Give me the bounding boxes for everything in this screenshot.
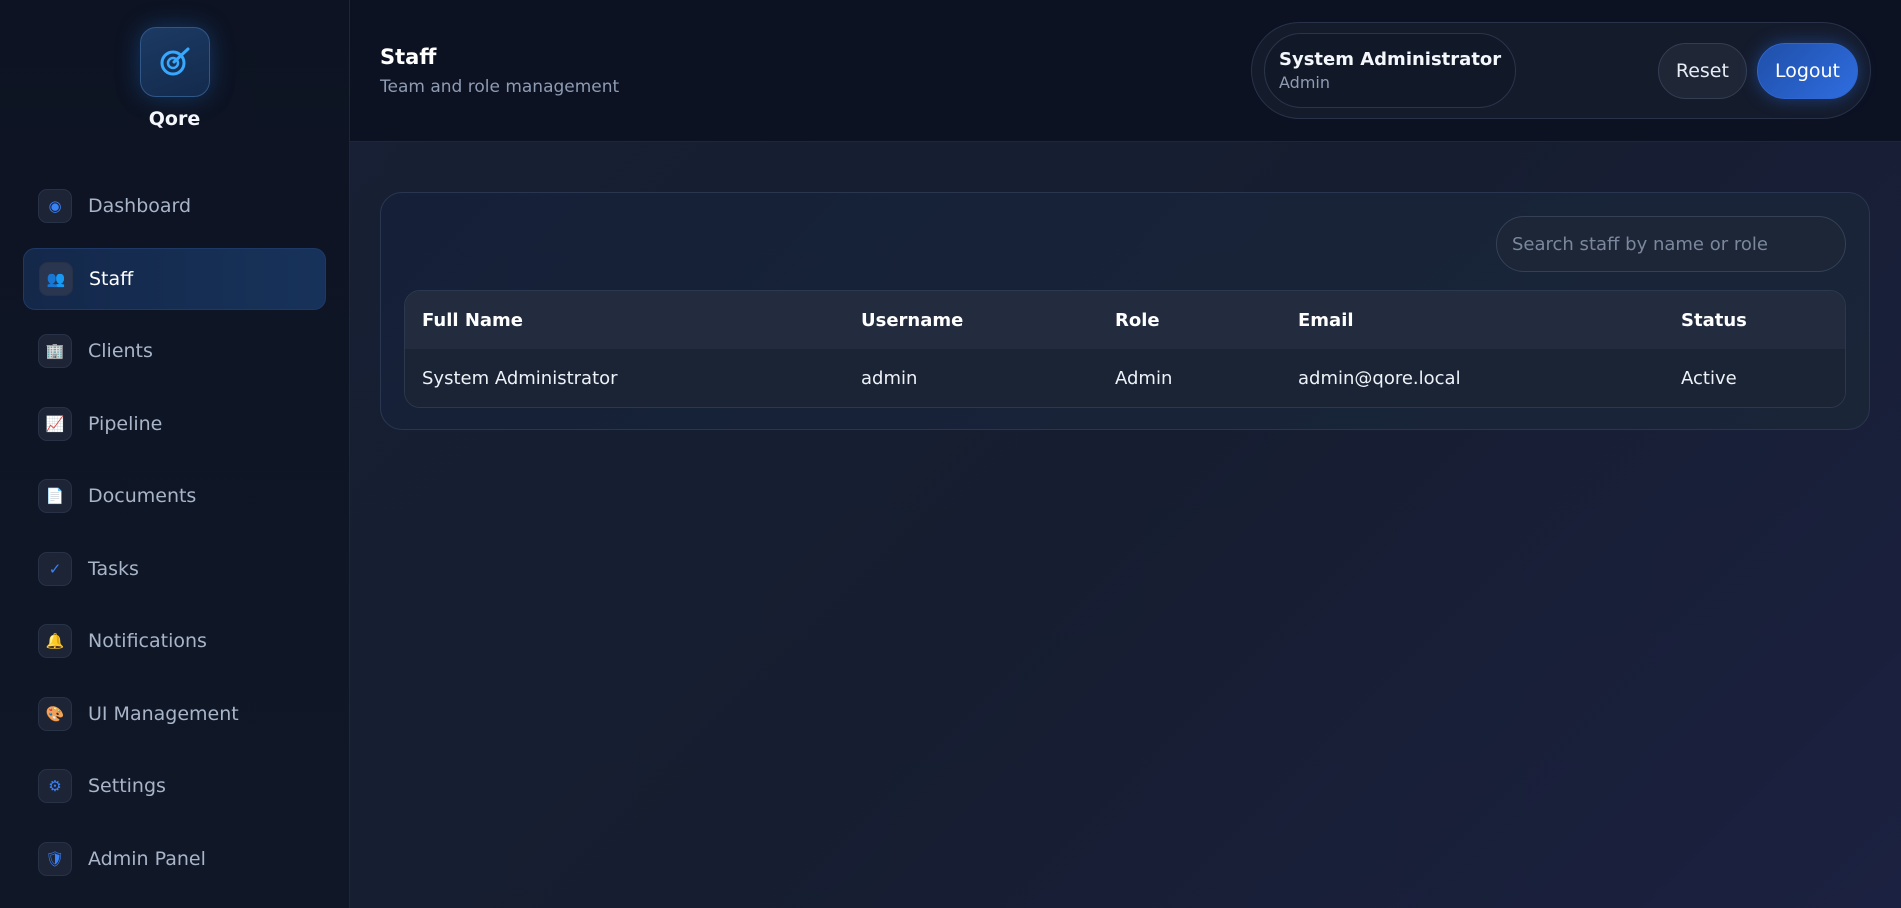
palette-icon: 🎨 [38, 696, 72, 731]
brand-name: Qore [148, 108, 201, 130]
sidebar-item-label: Clients [88, 340, 153, 362]
user-role: Admin [1279, 73, 1330, 92]
bell-icon: 🔔 [38, 624, 72, 658]
shield-icon: 🛡 [38, 841, 72, 876]
logout-button[interactable]: Logout [1756, 42, 1858, 99]
user-chip[interactable]: System Administrator Admin [1264, 33, 1517, 108]
cell-full-name: System Administrator [422, 367, 618, 389]
main-area: Staff Team and role management System Ad… [350, 0, 1901, 908]
page-title: Staff [380, 44, 437, 69]
staff-icon: 👥 [39, 261, 73, 296]
sidebar-item-label: Admin Panel [88, 847, 206, 870]
gear-icon: ⚙ [38, 769, 72, 803]
topbar: Staff Team and role management System Ad… [350, 0, 1901, 142]
sidebar-item-staff[interactable]: 👥 Staff [23, 247, 326, 310]
search-input[interactable] [1496, 216, 1846, 272]
sidebar-item-dashboard[interactable]: ◉ Dashboard [23, 175, 326, 237]
sidebar-item-tasks[interactable]: ✓ Tasks [23, 538, 326, 600]
sidebar-item-label: Dashboard [88, 195, 192, 217]
page-subtitle: Team and role management [380, 76, 620, 97]
sidebar-item-label: Pipeline [88, 412, 163, 435]
brand: Qore [0, 27, 349, 130]
reset-button[interactable]: Reset [1657, 42, 1747, 99]
sidebar-item-notifications[interactable]: 🔔 Notifications [23, 610, 326, 672]
user-name: System Administrator [1279, 49, 1502, 70]
cell-status: Active [1681, 367, 1737, 389]
document-icon: 📄 [38, 479, 72, 513]
column-header-username[interactable]: Username [844, 310, 1098, 331]
sidebar-nav: ◉ Dashboard 👥 Staff 🏢 Clients 📈 Pipeline… [0, 175, 349, 900]
user-panel: System Administrator Admin Reset Logout [1251, 22, 1871, 119]
sidebar-item-admin-panel[interactable]: 🛡 Admin Panel [23, 828, 326, 890]
sidebar: Qore ◉ Dashboard 👥 Staff 🏢 Clients 📈 Pip… [0, 0, 350, 908]
column-header-email[interactable]: Email [1281, 310, 1664, 331]
staff-card: Full Name Username Role Email Status Sys… [380, 192, 1870, 430]
sidebar-item-label: Tasks [88, 557, 139, 580]
sidebar-item-label: Staff [89, 267, 134, 290]
chart-up-icon: 📈 [38, 406, 72, 441]
cell-username: admin [861, 367, 918, 389]
table-header-row: Full Name Username Role Email Status [405, 291, 1845, 349]
header-actions: Reset Logout [1657, 42, 1858, 99]
sidebar-item-label: Settings [88, 775, 166, 797]
sidebar-item-documents[interactable]: 📄 Documents [23, 465, 326, 527]
column-header-full-name[interactable]: Full Name [405, 310, 844, 331]
content: Full Name Username Role Email Status Sys… [350, 142, 1901, 480]
cell-role: Admin [1115, 367, 1173, 389]
building-icon: 🏢 [38, 334, 72, 368]
column-header-role[interactable]: Role [1098, 310, 1281, 331]
page-heading: Staff Team and role management [380, 45, 619, 97]
cell-email: admin@qore.local [1298, 367, 1461, 389]
table-row[interactable]: System Administrator admin Admin admin@q… [405, 349, 1845, 407]
app-root: Qore ◉ Dashboard 👥 Staff 🏢 Clients 📈 Pip… [0, 0, 1901, 908]
sidebar-item-clients[interactable]: 🏢 Clients [23, 320, 326, 382]
sidebar-item-label: Notifications [88, 630, 207, 652]
sidebar-item-ui-management[interactable]: 🎨 UI Management [23, 683, 326, 745]
dashboard-icon: ◉ [38, 189, 72, 223]
checkmark-icon: ✓ [38, 551, 72, 586]
column-header-status[interactable]: Status [1664, 310, 1845, 331]
sidebar-item-pipeline[interactable]: 📈 Pipeline [23, 393, 326, 455]
staff-table: Full Name Username Role Email Status Sys… [404, 290, 1846, 408]
sidebar-item-settings[interactable]: ⚙ Settings [23, 755, 326, 817]
qore-logo-icon[interactable] [139, 27, 210, 97]
sidebar-item-label: UI Management [88, 702, 239, 725]
sidebar-item-label: Documents [88, 485, 197, 507]
search-row [404, 216, 1846, 272]
